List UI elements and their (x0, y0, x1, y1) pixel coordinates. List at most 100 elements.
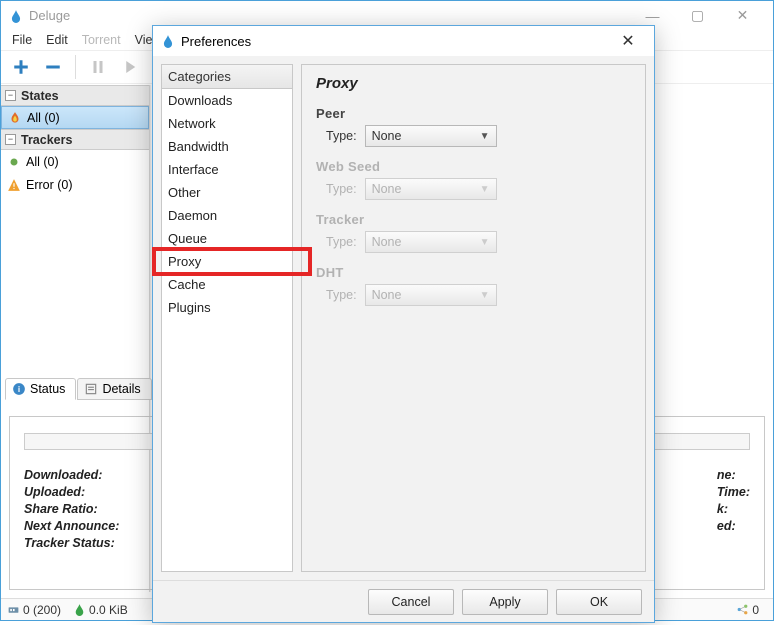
label-uploaded: Uploaded: (24, 485, 119, 499)
status-text: 0 (200) (23, 603, 61, 617)
apply-button[interactable]: Apply (462, 589, 548, 615)
sidebar-item-all-states[interactable]: All (0) (1, 106, 149, 129)
category-plugins[interactable]: Plugins (162, 296, 292, 319)
group-title: DHT (316, 265, 631, 280)
tab-details[interactable]: Details (77, 378, 151, 400)
status-network[interactable]: 0 (736, 603, 759, 617)
status-download-speed[interactable]: 0.0 KiB (73, 603, 128, 617)
group-title: Tracker (316, 212, 631, 227)
maximize-button[interactable]: ▢ (675, 1, 720, 30)
category-other[interactable]: Other (162, 181, 292, 204)
category-cache[interactable]: Cache (162, 273, 292, 296)
category-interface[interactable]: Interface (162, 158, 292, 181)
chevron-down-icon: ▼ (480, 290, 490, 301)
category-proxy[interactable]: Proxy (162, 250, 292, 273)
select-value: None (372, 235, 402, 249)
info-icon: i (12, 382, 26, 396)
sidebar-group-label: States (21, 89, 59, 103)
connections-icon (7, 603, 20, 616)
label-tracker-status: Tracker Status: (24, 536, 119, 550)
preferences-dialog: Preferences ✕ Categories Downloads Netwo… (152, 25, 655, 623)
group-title: Peer (316, 106, 631, 121)
proxy-group-webseed: Web Seed Type: None ▼ (316, 159, 631, 200)
sidebar-item-label: Error (0) (26, 178, 73, 192)
category-daemon[interactable]: Daemon (162, 204, 292, 227)
bottom-tabs: i Status Details (5, 378, 152, 400)
sidebar-item-label: All (0) (26, 155, 59, 169)
label-partial: ne: (717, 468, 750, 482)
status-text: 0 (752, 603, 759, 617)
close-window-button[interactable]: ✕ (720, 1, 765, 30)
tracker-type-select: None ▼ (365, 231, 497, 253)
chevron-down-icon: ▼ (480, 184, 490, 195)
group-title: Web Seed (316, 159, 631, 174)
proxy-group-tracker: Tracker Type: None ▼ (316, 212, 631, 253)
main-window-title: Deluge (29, 8, 630, 23)
proxy-group-dht: DHT Type: None ▼ (316, 265, 631, 306)
tab-label: Details (102, 382, 140, 396)
cancel-button[interactable]: Cancel (368, 589, 454, 615)
panel-title: Proxy (316, 75, 631, 92)
select-value: None (372, 129, 402, 143)
dht-type-select: None ▼ (365, 284, 497, 306)
type-label: Type: (326, 129, 357, 143)
download-drop-icon (73, 603, 86, 616)
collapse-icon[interactable]: − (5, 90, 16, 101)
status-labels-left: Downloaded: Uploaded: Share Ratio: Next … (24, 468, 119, 550)
category-queue[interactable]: Queue (162, 227, 292, 250)
preferences-titlebar: Preferences ✕ (153, 26, 654, 56)
collapse-icon[interactable]: − (5, 134, 16, 145)
svg-text:i: i (18, 385, 20, 394)
label-share-ratio: Share Ratio: (24, 502, 119, 516)
toolbar-separator (75, 55, 76, 79)
category-downloads[interactable]: Downloads (162, 89, 292, 112)
categories-header: Categories (162, 65, 292, 89)
sidebar-group-label: Trackers (21, 133, 72, 147)
preferences-buttons: Cancel Apply OK (153, 580, 654, 622)
status-labels-right: ne: Time: k: ed: (717, 468, 750, 550)
label-partial: k: (717, 502, 750, 516)
select-value: None (372, 288, 402, 302)
webseed-type-select: None ▼ (365, 178, 497, 200)
sidebar-item-error-trackers[interactable]: Error (0) (1, 173, 149, 196)
resume-button[interactable] (114, 52, 146, 82)
menu-file[interactable]: File (5, 31, 39, 49)
menu-torrent: Torrent (75, 31, 128, 49)
tab-status[interactable]: i Status (5, 378, 76, 400)
category-network[interactable]: Network (162, 112, 292, 135)
deluge-app-icon (9, 9, 23, 23)
warning-icon (7, 178, 21, 192)
select-value: None (372, 182, 402, 196)
details-icon (84, 382, 98, 396)
sidebar-item-label: All (0) (27, 111, 60, 125)
menu-edit[interactable]: Edit (39, 31, 75, 49)
close-dialog-button[interactable]: ✕ (610, 31, 646, 51)
pause-button[interactable] (82, 52, 114, 82)
status-connections[interactable]: 0 (200) (7, 603, 61, 617)
type-label: Type: (326, 182, 357, 196)
sidebar-group-trackers[interactable]: − Trackers (1, 129, 149, 150)
label-partial: ed: (717, 519, 750, 533)
type-label: Type: (326, 235, 357, 249)
sidebar-group-states[interactable]: − States (1, 85, 149, 106)
ok-button[interactable]: OK (556, 589, 642, 615)
label-next-announce: Next Announce: (24, 519, 119, 533)
tab-label: Status (30, 382, 65, 396)
preferences-body: Categories Downloads Network Bandwidth I… (153, 56, 654, 580)
preferences-categories: Categories Downloads Network Bandwidth I… (161, 64, 293, 572)
peer-type-select[interactable]: None ▼ (365, 125, 497, 147)
minus-icon (44, 58, 62, 76)
type-label: Type: (326, 288, 357, 302)
remove-torrent-button[interactable] (37, 52, 69, 82)
chevron-down-icon: ▼ (480, 131, 490, 142)
add-torrent-button[interactable] (5, 52, 37, 82)
flame-icon (8, 111, 22, 125)
chevron-down-icon: ▼ (480, 237, 490, 248)
deluge-app-icon (161, 34, 175, 48)
category-bandwidth[interactable]: Bandwidth (162, 135, 292, 158)
network-icon (736, 603, 749, 616)
status-text: 0.0 KiB (89, 603, 128, 617)
sidebar-item-all-trackers[interactable]: All (0) (1, 150, 149, 173)
plus-icon (12, 58, 30, 76)
label-downloaded: Downloaded: (24, 468, 119, 482)
